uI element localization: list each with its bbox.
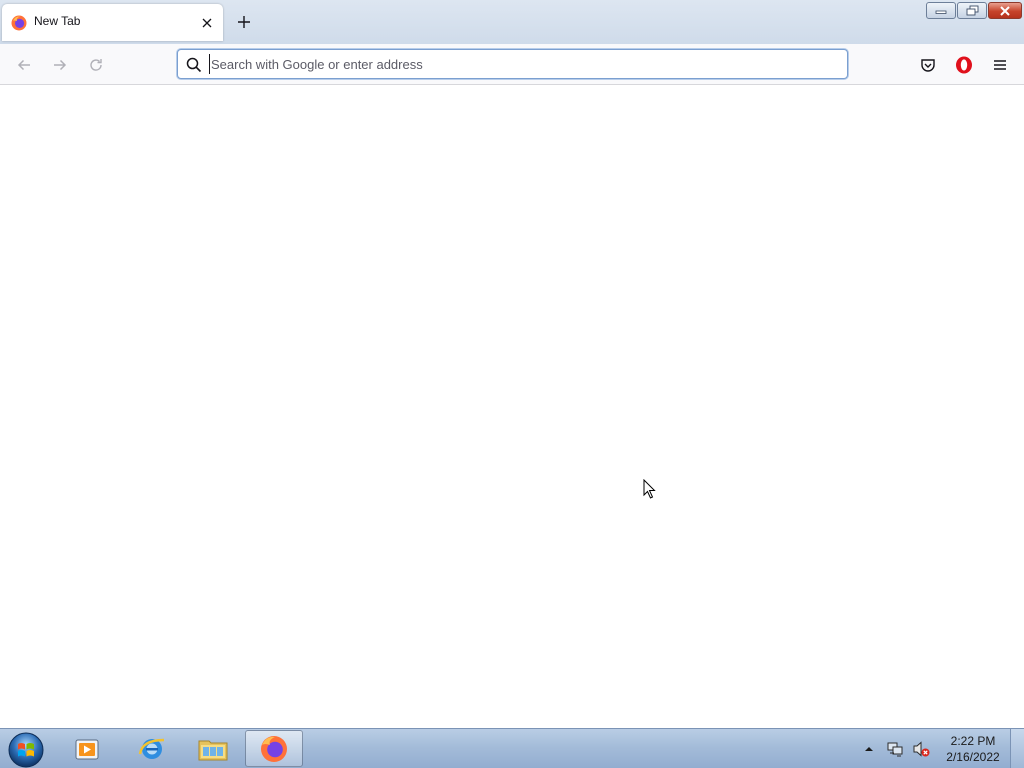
close-window-button[interactable] xyxy=(988,2,1022,19)
opera-extension-button[interactable] xyxy=(952,53,976,77)
chevron-up-icon xyxy=(865,747,873,751)
search-icon xyxy=(186,57,202,73)
navigation-toolbar xyxy=(0,44,1024,85)
back-arrow-icon xyxy=(17,59,30,71)
firefox-icon xyxy=(261,735,287,762)
clock-date: 2/16/2022 xyxy=(946,750,1000,764)
tab-title: New Tab xyxy=(34,14,81,28)
show-desktop-button[interactable] xyxy=(1010,729,1024,768)
taskbar-media-player[interactable] xyxy=(58,730,116,767)
minimize-icon xyxy=(935,10,947,14)
address-bar[interactable] xyxy=(177,49,848,79)
taskbar-internet-explorer[interactable] xyxy=(123,730,181,767)
forward-arrow-icon xyxy=(54,59,67,71)
folder-icon xyxy=(198,740,228,760)
start-button[interactable] xyxy=(6,731,46,768)
page-content xyxy=(0,85,1024,728)
network-tray-button[interactable] xyxy=(884,738,906,760)
title-bar: New Tab xyxy=(0,0,1024,44)
windows-start-icon xyxy=(8,732,44,768)
address-input[interactable] xyxy=(209,54,829,74)
close-icon xyxy=(202,18,212,28)
system-tray: 2:22 PM 2/16/2022 xyxy=(858,729,1006,768)
taskbar-file-explorer[interactable] xyxy=(184,730,242,767)
volume-muted-icon xyxy=(913,741,930,757)
window-controls xyxy=(926,2,1022,19)
reload-icon xyxy=(90,59,102,71)
clock-time: 2:22 PM xyxy=(950,734,996,748)
restore-button[interactable] xyxy=(957,2,987,19)
show-hidden-icons-button[interactable] xyxy=(858,738,880,760)
opera-extension-icon xyxy=(956,56,972,74)
hamburger-menu-icon xyxy=(994,60,1006,70)
firefox-icon xyxy=(11,15,27,31)
media-player-icon xyxy=(75,739,99,759)
reload-button[interactable] xyxy=(84,53,108,77)
mouse-cursor-icon xyxy=(643,479,656,499)
pocket-button[interactable] xyxy=(916,53,940,77)
taskbar-clock[interactable]: 2:22 PM 2/16/2022 xyxy=(940,733,1006,765)
network-icon xyxy=(887,742,903,757)
internet-explorer-icon xyxy=(138,738,165,759)
pocket-icon xyxy=(921,59,935,72)
taskbar-firefox[interactable] xyxy=(245,730,303,767)
back-button[interactable] xyxy=(12,53,36,77)
tab-new-tab[interactable]: New Tab xyxy=(2,4,223,41)
forward-button[interactable] xyxy=(48,53,72,77)
taskbar: 2:22 PM 2/16/2022 xyxy=(0,728,1024,768)
minimize-button[interactable] xyxy=(926,2,956,19)
restore-icon xyxy=(966,5,978,16)
close-icon xyxy=(1000,5,1010,16)
app-menu-button[interactable] xyxy=(988,53,1012,77)
tab-close-button[interactable] xyxy=(197,13,217,33)
plus-icon xyxy=(238,16,250,28)
volume-tray-button[interactable] xyxy=(910,738,932,760)
new-tab-button[interactable] xyxy=(232,10,256,34)
